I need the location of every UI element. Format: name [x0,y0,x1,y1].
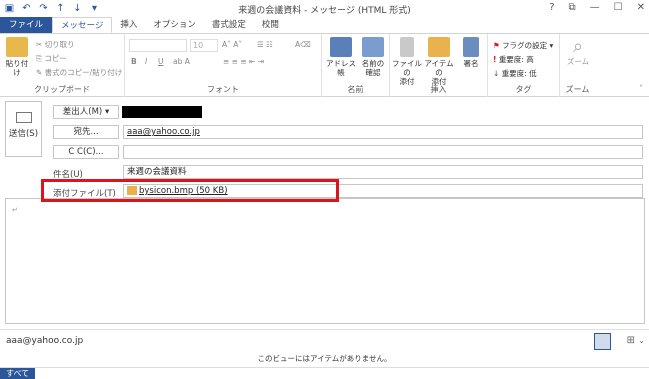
check-names-label-1: 名前の [361,59,385,68]
all-items-tab[interactable]: すべて [0,368,36,379]
to-button[interactable]: 宛先... [53,125,119,139]
cc-field[interactable] [123,145,643,159]
clipboard-group-label: クリップボード [34,85,90,94]
bold-button[interactable]: B [131,57,137,66]
send-label: 送信(S) [8,129,39,139]
ribbon: 貼り付け ✂ 切り取り ⎘ コピー ✎ 書式のコピー/貼り付け クリップボード … [0,34,649,97]
flag-icon: ⚑ [493,41,500,50]
font-group: 10 A˄ A˅ ☰ ☷ A⌫ B I U ab A ≡ ≡ ≡ ⇤ ⇥ フォン… [125,34,322,97]
cut-label: 切り取り [44,40,75,49]
check-names-icon [362,37,384,57]
minimize-button[interactable]: — [590,2,600,13]
align-icons[interactable]: ≡ ≡ ≡ ⇤ ⇥ [223,57,264,66]
ribbon-display-button[interactable]: ⧉ [569,2,576,13]
names-group: アドレス帳 名前の 確認 名前 [322,34,390,97]
zoom-group: ⌕ ズーム ズーム [560,34,595,97]
signature-icon [463,37,479,57]
highlight-icon[interactable]: ab A [173,57,190,66]
paperclip-icon [400,37,414,57]
subject-field[interactable]: 来週の会議資料 [123,165,643,179]
clear-formatting-icon[interactable]: A⌫ [295,40,311,49]
bullets-icon[interactable]: ☰ ☷ [257,40,273,49]
names-group-label: 名前 [347,85,364,94]
address-book-button[interactable]: アドレス帳 [325,37,357,77]
collapse-ribbon-icon[interactable]: ˄ [639,84,643,93]
to-field[interactable]: aaa@yahoo.co.jp [123,125,643,139]
format-painter-label: 書式のコピー/貼り付け [44,68,123,77]
status-message: このビューにはアイテムがありません。 [257,354,392,363]
attach-item-label-1: アイテムの [424,59,454,77]
signature-button[interactable]: 署名 [457,37,485,68]
address-book-icon [330,37,352,57]
exclamation-icon: ! [493,55,497,64]
people-pane: aaa@yahoo.co.jp ⊞ ⌄ [0,329,649,353]
paste-button[interactable]: 貼り付け [3,37,31,77]
attach-item-icon [428,37,450,57]
zoom-button[interactable]: ⌕ ズーム [563,36,593,67]
clipboard-group: 貼り付け ✂ 切り取り ⎘ コピー ✎ 書式のコピー/貼り付け クリップボード [0,34,125,97]
format-painter-button[interactable]: ✎ 書式のコピー/貼り付け [36,67,122,78]
font-name-combo[interactable] [129,39,187,52]
send-icon [15,112,32,123]
down-arrow-icon: ↓ [493,69,500,78]
expand-people-pane-icon[interactable]: ⌄ [638,336,645,345]
follow-up-label: フラグの設定 [502,41,548,50]
address-book-label: アドレス帳 [326,59,356,77]
italic-button[interactable]: I [145,57,147,66]
check-names-label-2: 確認 [365,68,381,77]
attachment-highlight-box [41,179,339,202]
attach-file-button[interactable]: ファイルの 添付 [392,37,422,86]
high-importance-label: 重要度: 高 [498,55,534,64]
people-view-icon[interactable]: ⊞ [627,335,635,346]
signature-label: 署名 [463,59,479,68]
redacted-sender [122,106,202,118]
people-email: aaa@yahoo.co.jp [6,336,84,346]
tags-group: ⚑ フラグの設定 ▾ ! 重要度: 高 ↓ 重要度: 低 タグ [488,34,560,97]
tab-format-text[interactable]: 書式設定 [204,17,254,33]
grow-font-icon[interactable]: A˄ A˅ [222,40,242,49]
from-button[interactable]: 差出人(M) ▾ [53,105,119,119]
cc-button[interactable]: C C(C)... [53,145,119,159]
help-button[interactable]: ? [549,2,554,13]
follow-up-button[interactable]: ⚑ フラグの設定 ▾ [493,40,553,51]
attach-file-label-1: ファイルの [392,59,422,77]
ribbon-tabs: ファイル メッセージ 挿入 オプション 書式設定 校閲 [0,17,649,34]
tab-options[interactable]: オプション [145,17,204,33]
tab-file[interactable]: ファイル [0,17,53,33]
tab-review[interactable]: 校閲 [254,17,287,33]
zoom-group-label: ズーム [565,85,590,94]
copy-button[interactable]: ⎘ コピー [36,53,67,64]
magnifier-icon: ⌕ [572,36,584,57]
maximize-button[interactable]: ☐ [614,2,623,13]
underline-button[interactable]: U [158,57,164,66]
paste-label: 貼り付け [5,59,29,77]
window-controls: ? ⧉ — ☐ ✕ [549,2,645,13]
contact-photo-icon[interactable] [594,333,611,350]
tab-insert[interactable]: 挿入 [112,17,145,33]
from-label: 差出人(M) [62,107,103,117]
include-group: ファイルの 添付 アイテムの 添付 署名 挿入 [390,34,488,97]
send-button[interactable]: 送信(S) [5,101,42,157]
high-importance-button[interactable]: ! 重要度: 高 [493,54,534,65]
compose-form: 送信(S) 差出人(M) ▾ 宛先... aaa@yahoo.co.jp C C… [5,101,645,325]
low-importance-label: 重要度: 低 [501,69,537,78]
tab-message[interactable]: メッセージ [52,17,113,33]
copy-label: コピー [44,54,67,63]
font-size-combo[interactable]: 10 [190,39,218,52]
all-items-bar: すべて [0,367,649,379]
tags-group-label: タグ [515,85,532,94]
low-importance-button[interactable]: ↓ 重要度: 低 [493,68,537,79]
paste-icon [6,37,28,57]
check-names-button[interactable]: 名前の 確認 [359,37,387,77]
paragraph-mark: ↵ [12,206,18,214]
zoom-label: ズーム [566,57,590,66]
close-button[interactable]: ✕ [637,2,645,13]
font-group-label: フォント [207,85,239,94]
message-body[interactable]: ↵ [5,198,645,324]
include-group-label: 挿入 [430,85,447,94]
title-bar: ▣ ↶ ↷ ↑ ↓ ▾ 来週の会議資料 - メッセージ (HTML 形式) ? … [0,0,649,18]
cut-button[interactable]: ✂ 切り取り [36,39,75,50]
attach-item-button[interactable]: アイテムの 添付 [423,37,455,86]
